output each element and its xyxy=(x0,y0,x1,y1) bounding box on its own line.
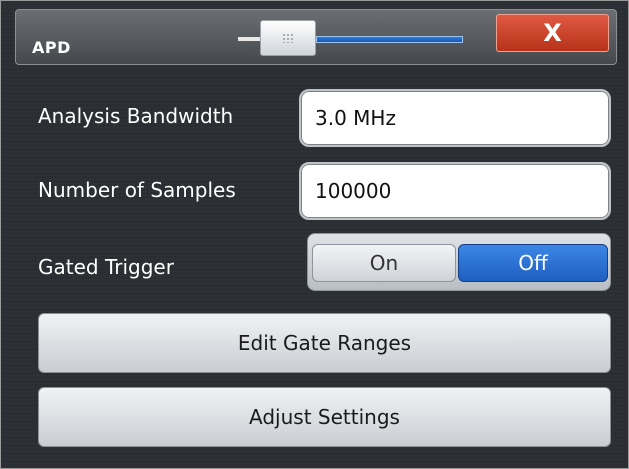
transparency-slider-track-right[interactable] xyxy=(316,36,463,43)
close-icon: X xyxy=(543,19,562,47)
gated-trigger-toggle: On Off xyxy=(307,233,611,291)
number-of-samples-label: Number of Samples xyxy=(38,178,236,202)
dialog-title: APD xyxy=(32,38,71,57)
number-of-samples-field[interactable]: 100000 xyxy=(299,162,611,220)
apd-dialog: APD X Analysis Bandwidth 3.0 MHz Number … xyxy=(0,0,629,469)
analysis-bandwidth-label: Analysis Bandwidth xyxy=(38,104,234,128)
gated-trigger-on-button[interactable]: On xyxy=(312,244,456,282)
analysis-bandwidth-field[interactable]: 3.0 MHz xyxy=(299,89,611,147)
slider-thumb-grip-icon xyxy=(282,33,294,43)
adjust-settings-button[interactable]: Adjust Settings xyxy=(38,387,611,447)
gated-trigger-off-button[interactable]: Off xyxy=(458,244,608,282)
close-button[interactable]: X xyxy=(496,14,609,52)
transparency-slider-thumb[interactable] xyxy=(260,20,316,56)
gated-trigger-label: Gated Trigger xyxy=(38,255,174,279)
title-bar: APD X xyxy=(15,9,617,65)
edit-gate-ranges-button[interactable]: Edit Gate Ranges xyxy=(38,313,611,373)
